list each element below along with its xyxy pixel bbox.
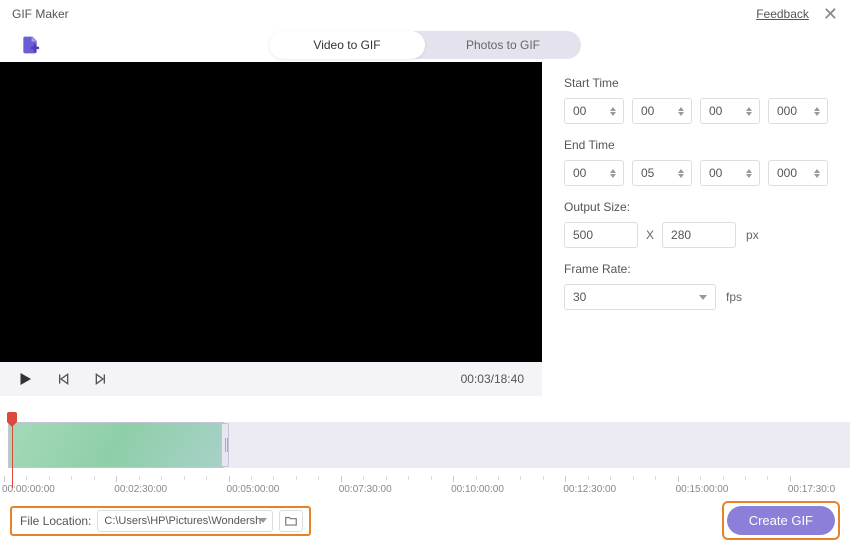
ruler-tick-label: 00:07:30:00 (339, 484, 392, 495)
fps-unit: fps (726, 290, 742, 304)
frame-rate-select[interactable]: 30 (564, 284, 716, 310)
file-location-path: C:\Users\HP\Pictures\Wondersh (104, 515, 261, 527)
previous-frame-button[interactable] (52, 368, 74, 390)
ruler-tick-label: 00:02:30:00 (114, 484, 167, 495)
dimension-separator: X (646, 228, 654, 242)
stepper-down-icon[interactable] (814, 112, 820, 116)
stepper-up-icon[interactable] (678, 169, 684, 173)
end-ms-stepper[interactable] (768, 160, 828, 186)
tab-photos-to-gif[interactable]: Photos to GIF (425, 31, 581, 59)
end-hours-stepper[interactable] (564, 160, 624, 186)
start-time-label: Start Time (564, 76, 832, 90)
stepper-down-icon[interactable] (746, 112, 752, 116)
create-gif-button[interactable]: Create GIF (727, 506, 835, 535)
timeline-ruler: 00:00:00:00 00:02:30:00 00:05:00:00 00:07:3… (4, 476, 850, 500)
stepper-down-icon[interactable] (746, 174, 752, 178)
stepper-up-icon[interactable] (814, 107, 820, 111)
frame-rate-label: Frame Rate: (564, 262, 832, 276)
stepper-up-icon[interactable] (746, 107, 752, 111)
playback-controls: 00:03/18:40 (0, 362, 542, 396)
frame-rate-value: 30 (573, 290, 586, 304)
stepper-down-icon[interactable] (678, 174, 684, 178)
browse-folder-button[interactable] (279, 510, 303, 532)
stepper-up-icon[interactable] (610, 169, 616, 173)
end-time-label: End Time (564, 138, 832, 152)
file-location-select[interactable]: C:\Users\HP\Pictures\Wondersh (97, 510, 273, 532)
ruler-tick-label: 00:00:00:00 (2, 484, 55, 495)
stepper-up-icon[interactable] (678, 107, 684, 111)
start-minutes-stepper[interactable] (632, 98, 692, 124)
next-frame-button[interactable] (90, 368, 112, 390)
timeline[interactable]: 00:00:00:00 00:02:30:00 00:05:00:00 00:07:3… (0, 396, 850, 500)
add-media-icon[interactable] (20, 35, 40, 55)
playback-timecode: 00:03/18:40 (461, 372, 524, 386)
start-ms-stepper[interactable] (768, 98, 828, 124)
feedback-link[interactable]: Feedback (756, 7, 809, 21)
stepper-up-icon[interactable] (610, 107, 616, 111)
stepper-down-icon[interactable] (678, 112, 684, 116)
chevron-down-icon (259, 518, 267, 523)
start-hours-stepper[interactable] (564, 98, 624, 124)
window-title: GIF Maker (12, 7, 69, 21)
output-size-label: Output Size: (564, 200, 832, 214)
mode-switch: Video to GIF Photos to GIF (269, 31, 581, 59)
stepper-down-icon[interactable] (610, 112, 616, 116)
ruler-tick-label: 00:10:00:00 (451, 484, 504, 495)
file-location-group: File Location: C:\Users\HP\Pictures\Wond… (10, 506, 311, 536)
playhead[interactable] (7, 412, 17, 422)
output-width-input[interactable] (564, 222, 638, 248)
timeline-clip[interactable] (8, 422, 224, 468)
ruler-tick-label: 00:05:00:00 (227, 484, 280, 495)
end-seconds-stepper[interactable] (700, 160, 760, 186)
stepper-down-icon[interactable] (610, 174, 616, 178)
ruler-tick-label: 00:12:30:00 (563, 484, 616, 495)
play-button[interactable] (14, 368, 36, 390)
file-location-label: File Location: (20, 514, 91, 528)
timeline-track[interactable] (8, 422, 850, 468)
stepper-up-icon[interactable] (814, 169, 820, 173)
px-unit: px (746, 228, 759, 242)
close-icon[interactable]: ✕ (823, 5, 838, 23)
ruler-tick-label: 00:15:00:00 (676, 484, 729, 495)
start-seconds-stepper[interactable] (700, 98, 760, 124)
stepper-down-icon[interactable] (814, 174, 820, 178)
end-minutes-stepper[interactable] (632, 160, 692, 186)
stepper-up-icon[interactable] (746, 169, 752, 173)
ruler-tick-label: 00:17:30:0 (788, 484, 835, 495)
tab-video-to-gif[interactable]: Video to GIF (269, 31, 425, 59)
clip-trim-handle[interactable] (221, 423, 229, 467)
video-preview (0, 62, 542, 362)
output-height-input[interactable] (662, 222, 736, 248)
chevron-down-icon (699, 295, 707, 300)
